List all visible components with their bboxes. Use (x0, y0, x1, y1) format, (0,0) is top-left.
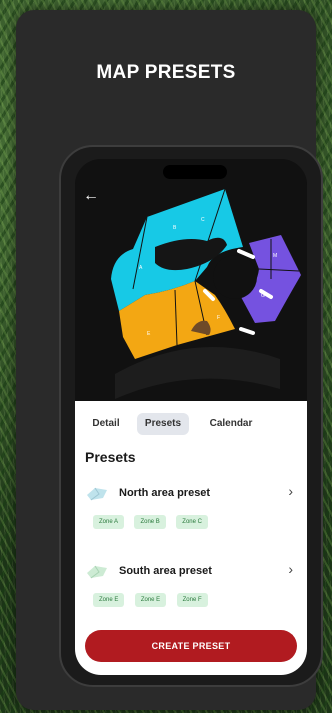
map-thumbnail-icon (87, 565, 107, 579)
zone-chips: Zone E Zone E Zone F (93, 593, 214, 607)
zone-letter-m: M (273, 253, 277, 259)
bottom-sheet: Detail Presets Calendar Presets North ar… (75, 401, 307, 675)
zone-chip: Zone E (134, 593, 167, 607)
preset-item-north[interactable]: North area preset › Zone A Zone B Zone C (85, 479, 297, 535)
zone-letter-f: F (217, 315, 220, 321)
tab-calendar[interactable]: Calendar (201, 413, 261, 435)
zone-map-svg: B C A M G E F (111, 188, 301, 399)
zone-chip: Zone C (176, 515, 208, 529)
presets-heading: Presets (85, 449, 136, 465)
presets-card: MAP PRESETS ← B C A M G E F Detail Prese… (16, 10, 323, 710)
phone-notch (163, 165, 227, 179)
phone-screen: ← B C A M G E F Detail Presets Calendar … (75, 159, 307, 675)
zone-letter-g: G (261, 293, 265, 299)
zone-map[interactable]: ← B C A M G E F (75, 159, 307, 401)
phone-mockup: ← B C A M G E F Detail Presets Calendar … (59, 145, 323, 687)
preset-item-south[interactable]: South area preset › Zone E Zone E Zone F (85, 557, 297, 613)
back-arrow-icon[interactable]: ← (83, 187, 99, 205)
bunker-hole (213, 255, 257, 299)
preset-name: South area preset (119, 565, 212, 577)
zone-chip: Zone B (134, 515, 166, 529)
zone-chips: Zone A Zone B Zone C (93, 515, 214, 529)
tab-presets[interactable]: Presets (137, 413, 189, 435)
chevron-right-icon: › (288, 483, 293, 499)
tab-bar: Detail Presets Calendar (75, 411, 307, 439)
zone-letter-c: C (201, 217, 205, 223)
map-thumbnail-icon (87, 487, 107, 501)
preset-name: North area preset (119, 487, 211, 499)
page-title: MAP PRESETS (96, 62, 236, 83)
zone-chip: Zone E (93, 593, 125, 607)
chevron-right-icon: › (288, 561, 293, 577)
zone-chip: Zone F (176, 593, 208, 607)
create-preset-button[interactable]: CREATE PRESET (85, 630, 297, 662)
tab-detail[interactable]: Detail (85, 413, 127, 435)
zone-chip: Zone A (93, 515, 125, 529)
